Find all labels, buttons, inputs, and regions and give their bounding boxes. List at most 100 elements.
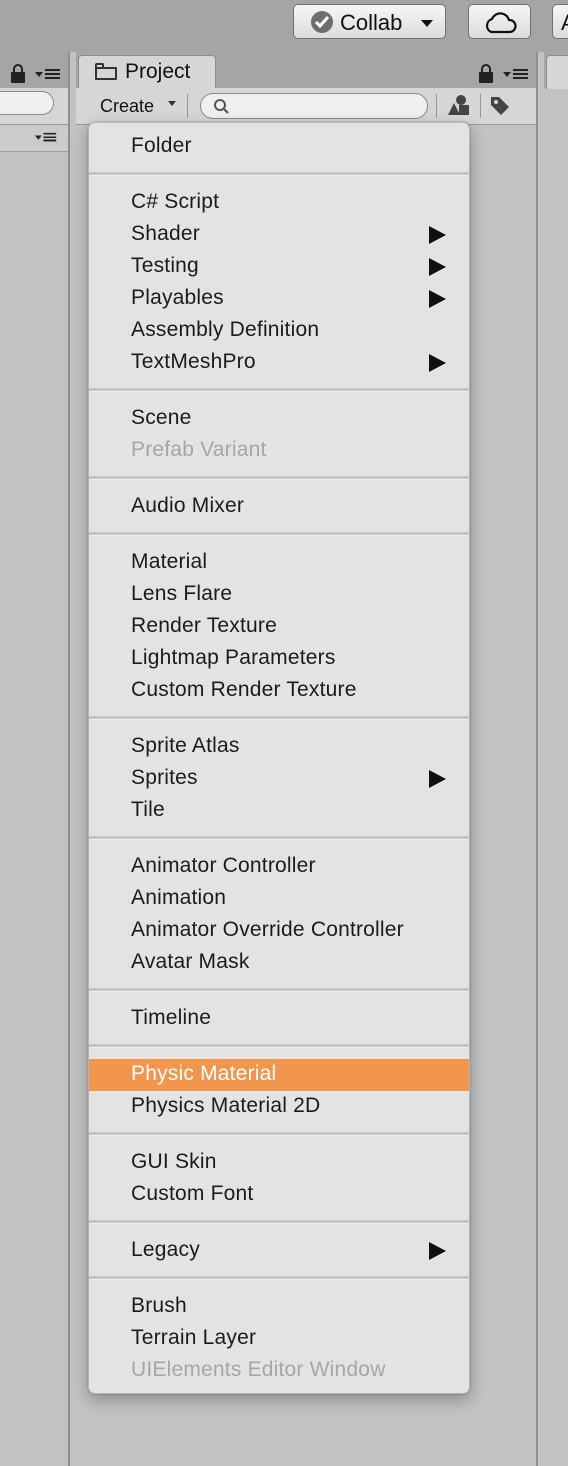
menu-item[interactable]: Audio Mixer [89,491,469,523]
search-icon [214,99,229,114]
menu-item[interactable]: Brush [89,1291,469,1323]
tag-icon [491,97,509,115]
tab-project[interactable]: Project [78,55,216,89]
hierarchy-toolbar [0,88,68,125]
inspector-panel-edge [544,52,568,1466]
scene-menu-icon[interactable] [34,132,57,144]
menu-item[interactable]: Sprite Atlas [89,731,469,763]
menu-item[interactable]: GUI Skin [89,1147,469,1179]
menu-item[interactable]: Physic Material [89,1059,469,1091]
tab-inspector[interactable] [546,55,568,89]
menu-item-label: Avatar Mask [131,950,250,973]
create-label: Create [100,96,155,116]
project-toolbar: Create [76,88,536,125]
hierarchy-search-input[interactable] [0,91,54,115]
create-button[interactable]: Create [90,92,180,118]
menu-separator [89,172,469,176]
menu-item[interactable]: Testing [89,251,469,283]
menu-item[interactable]: Sprites [89,763,469,795]
menu-item-label: Audio Mixer [131,494,245,517]
panel-menu-icon[interactable] [503,68,529,82]
menu-item-label: UIElements Editor Window [131,1358,386,1381]
menu-item: UIElements Editor Window [89,1355,469,1387]
menu-item-label: Shader [131,222,200,245]
toolbar-divider [480,94,481,118]
filter-by-type-button[interactable] [446,94,474,120]
menu-item[interactable]: Assembly Definition [89,315,469,347]
menu-item-label: Physic Material [131,1062,277,1085]
menu-separator [89,1044,469,1048]
menu-separator [89,476,469,480]
menu-separator [89,1132,469,1136]
folder-icon [95,63,117,80]
panel-divider[interactable] [536,52,538,1466]
menu-item-label: Render Texture [131,614,277,637]
project-tab-label: Project [125,60,191,83]
menu-item: Prefab Variant [89,435,469,467]
submenu-arrow-icon [429,258,446,276]
lock-icon[interactable] [10,64,26,84]
menu-item[interactable]: Shader [89,219,469,251]
menu-item-label: Sprites [131,766,198,789]
filter-by-label-button[interactable] [488,94,516,120]
cloud-icon [485,12,517,34]
menu-item[interactable]: TextMeshPro [89,347,469,379]
hierarchy-tab-bar [0,52,68,88]
account-button[interactable]: A [552,4,568,39]
menu-item[interactable]: Lightmap Parameters [89,643,469,675]
menu-item-label: C# Script [131,190,220,213]
menu-separator [89,388,469,392]
menu-item-label: Animation [131,886,227,909]
panel-menu-icon[interactable] [35,68,61,82]
inspector-tab-bar [544,52,568,89]
panel-divider[interactable] [68,52,70,1466]
menu-item-label: Terrain Layer [131,1326,257,1349]
chevron-down-icon [421,20,433,27]
menu-item[interactable]: Animator Override Controller [89,915,469,947]
menu-separator [89,836,469,840]
toolbar-divider [436,94,437,118]
menu-item[interactable]: Terrain Layer [89,1323,469,1355]
menu-item-label: Animator Override Controller [131,918,404,941]
project-search-input[interactable] [200,93,428,119]
create-dropdown-menu: Folder C# Script Shader Testing Playables Ass… [88,122,470,1394]
chevron-down-icon [168,101,176,106]
hierarchy-panel [0,52,68,1466]
toolbar-divider [187,94,188,118]
menu-item[interactable]: Render Texture [89,611,469,643]
menu-item-label: GUI Skin [131,1150,217,1173]
menu-item[interactable]: Lens Flare [89,579,469,611]
lock-icon[interactable] [478,64,494,84]
menu-separator [89,716,469,720]
menu-item[interactable]: Custom Font [89,1179,469,1211]
account-label: A [561,10,568,36]
menu-item[interactable]: C# Script [89,187,469,219]
menu-item[interactable]: Animator Controller [89,851,469,883]
menu-item[interactable]: Animation [89,883,469,915]
menu-item[interactable]: Scene [89,403,469,435]
menu-item[interactable]: Tile [89,795,469,827]
submenu-arrow-icon [429,226,446,244]
menu-item[interactable]: Timeline [89,1003,469,1035]
menu-item[interactable]: Legacy [89,1235,469,1267]
menu-item-label: Folder [131,134,192,157]
shapes-icon [448,95,469,115]
menu-item-label: Lens Flare [131,582,233,605]
menu-item[interactable]: Material [89,547,469,579]
menu-item[interactable]: Folder [89,131,469,163]
cloud-services-button[interactable] [468,4,531,39]
menu-item-label: Material [131,550,208,573]
menu-item[interactable]: Avatar Mask [89,947,469,979]
menu-item-label: Custom Font [131,1182,254,1205]
main-toolbar: Collab A [0,0,568,52]
menu-item[interactable]: Playables [89,283,469,315]
collab-button[interactable]: Collab [293,4,446,39]
menu-item-label: Custom Render Texture [131,678,357,701]
checkmark-icon [311,11,333,33]
menu-item[interactable]: Physics Material 2D [89,1091,469,1123]
menu-item-label: Timeline [131,1006,212,1029]
menu-item[interactable]: Custom Render Texture [89,675,469,707]
submenu-arrow-icon [429,770,446,788]
menu-item-label: Animator Controller [131,854,316,877]
menu-separator [89,988,469,992]
